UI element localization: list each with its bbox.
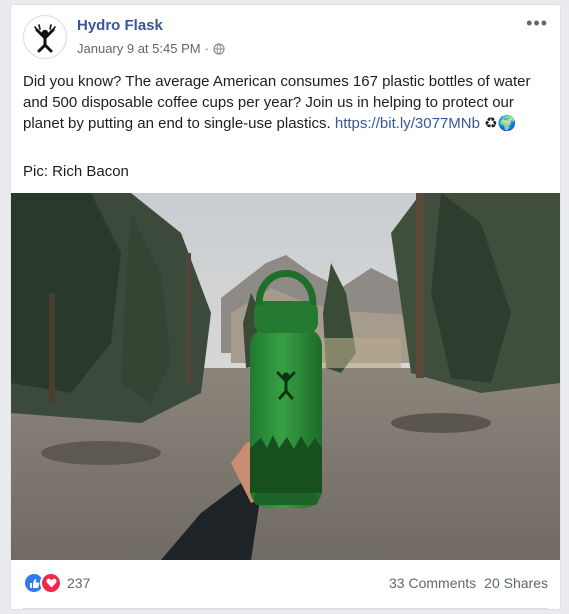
comments-count-link[interactable]: 33 Comments (389, 575, 476, 591)
reactions-summary[interactable]: 237 (23, 572, 90, 594)
meta-separator: · (204, 41, 209, 56)
love-icon (40, 572, 62, 594)
post-text: Did you know? The average American consu… (23, 71, 543, 134)
footer-divider (23, 608, 548, 609)
post-header: Hydro Flask January 9 at 5:45 PM · ••• (23, 13, 548, 61)
post-card: Hydro Flask January 9 at 5:45 PM · ••• D… (10, 4, 561, 610)
shares-count-link[interactable]: 20 Shares (484, 575, 548, 591)
post-footer: 237 33 Comments 20 Shares (23, 572, 548, 594)
reaction-count: 237 (67, 575, 91, 591)
page-name-link[interactable]: Hydro Flask (77, 17, 163, 34)
engagement-counts: 33 Comments 20 Shares (389, 575, 548, 591)
photo-credit: Pic: Rich Bacon (23, 163, 129, 180)
post-meta: January 9 at 5:45 PM · (77, 41, 225, 56)
post-photo[interactable] (11, 193, 560, 560)
page-avatar[interactable] (23, 15, 67, 59)
more-options-icon: ••• (526, 13, 548, 33)
post-link[interactable]: https://bit.ly/3077MNb (335, 115, 480, 132)
post-timestamp[interactable]: January 9 at 5:45 PM (77, 41, 201, 56)
hydro-flask-logo-icon (34, 24, 56, 53)
globe-icon[interactable] (213, 42, 225, 55)
more-options-button[interactable]: ••• (526, 13, 548, 33)
emoji-recycle-globe-icon: ♻🌍 (484, 115, 517, 132)
hydro-flask-bottle-photo (11, 193, 560, 560)
